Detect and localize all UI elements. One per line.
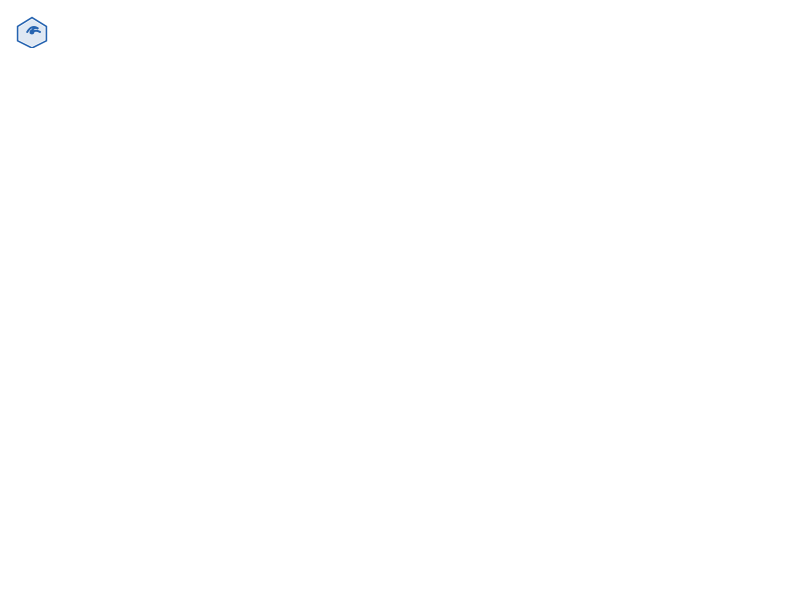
page-header xyxy=(16,16,776,48)
logo xyxy=(16,16,52,48)
logo-icon xyxy=(16,16,48,48)
